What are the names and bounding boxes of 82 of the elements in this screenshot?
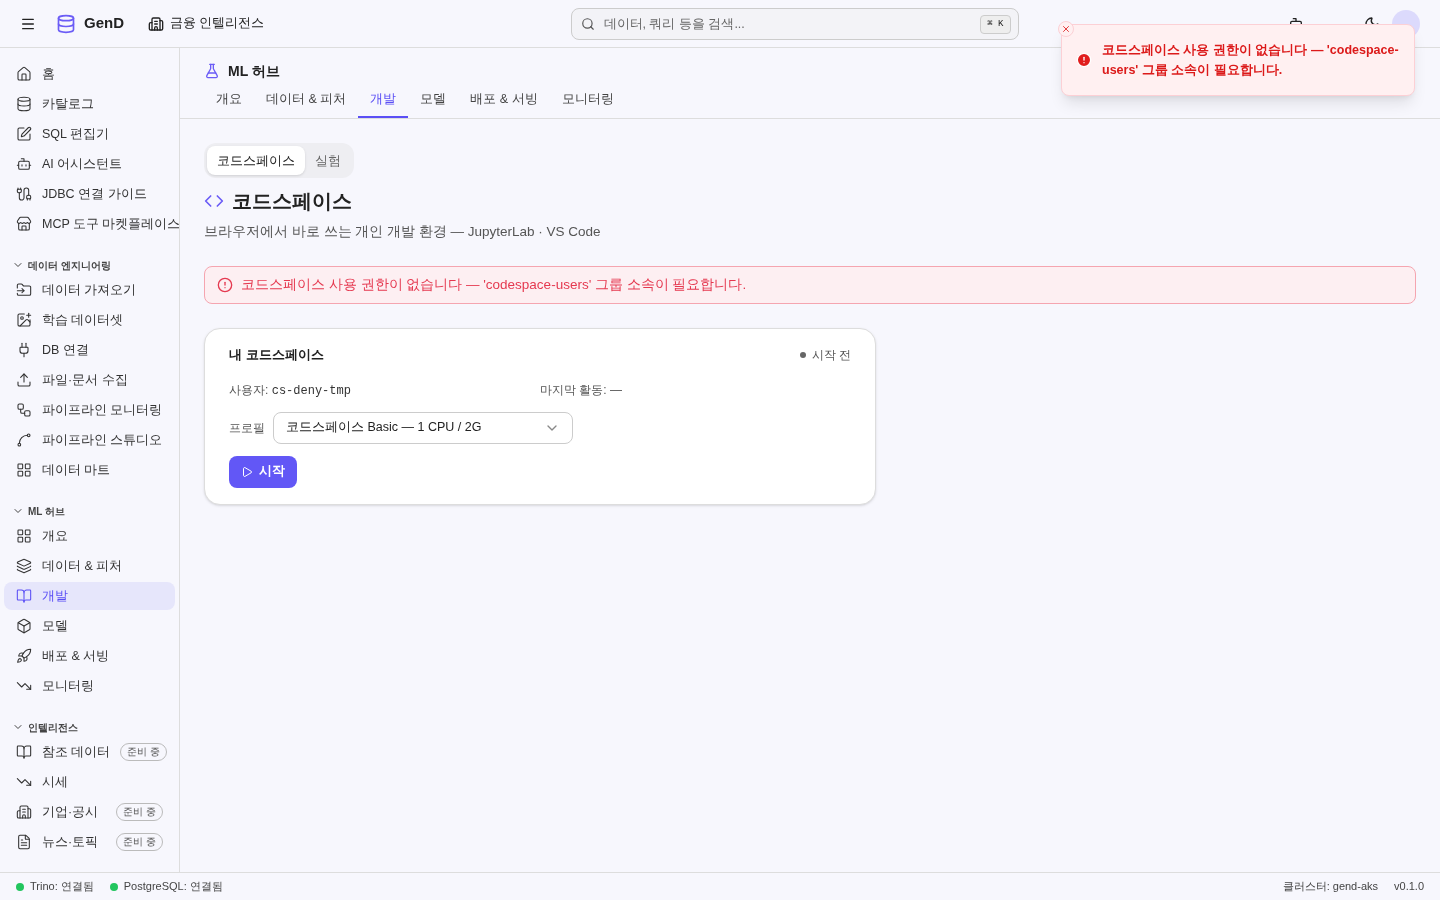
- segment-tab[interactable]: 코드스페이스: [207, 146, 305, 175]
- image-icon: [16, 312, 32, 328]
- tab[interactable]: 모델: [408, 90, 459, 118]
- toast-message: 코드스페이스 사용 권한이 없습니다 — 'codespace-users' 그룹 소속이 필요합니다.: [1102, 42, 1400, 79]
- plug-icon: [16, 342, 32, 358]
- database-icon: [16, 96, 32, 112]
- book-icon: [16, 588, 32, 604]
- rocket-icon: [16, 648, 32, 664]
- sidebar-item[interactable]: 개발: [4, 582, 175, 610]
- sidebar-item[interactable]: 뉴스·토픽 준비 중: [4, 828, 175, 856]
- tab[interactable]: 데이터 & 피처: [254, 90, 359, 118]
- card-title: 내 코드스페이스: [229, 346, 324, 365]
- profile-label: 프로필: [229, 419, 265, 437]
- cluster-name: 클러스터: gend-aks: [1282, 879, 1379, 895]
- sidebar-item[interactable]: 모델: [4, 612, 175, 640]
- document-icon: [16, 834, 32, 850]
- section-header[interactable]: 데이터 엔지니어링: [0, 254, 179, 276]
- brand-name: GenD: [84, 13, 124, 34]
- tab[interactable]: 개요: [204, 90, 254, 118]
- profile-select[interactable]: 코드스페이스 Basic — 1 CPU / 2G: [273, 411, 573, 444]
- sidebar-item[interactable]: AI 어시스턴트: [4, 150, 175, 178]
- folder-input-icon: [16, 282, 32, 298]
- sidebar-item[interactable]: 파이프라인 모니터링: [4, 396, 175, 424]
- sidebar-item[interactable]: 홈: [4, 60, 175, 88]
- spline-icon: [16, 432, 32, 448]
- close-icon: [1061, 24, 1071, 34]
- sidebar-item[interactable]: 카탈로그: [4, 90, 175, 118]
- robot-icon: [16, 156, 32, 172]
- last-activity: 마지막 활동: —: [540, 381, 623, 399]
- sidebar-item[interactable]: 데이터 마트: [4, 456, 175, 484]
- sidebar-item[interactable]: 데이터 & 피처: [4, 552, 175, 580]
- sidebar-item[interactable]: 파일·문서 수집: [4, 366, 175, 394]
- start-button[interactable]: 시작: [229, 455, 297, 488]
- sidebar-item[interactable]: 기업·공시 준비 중: [4, 798, 175, 826]
- play-icon: [241, 465, 253, 478]
- segment-tab[interactable]: 실험: [305, 146, 351, 175]
- cube-icon: [16, 618, 32, 634]
- tab[interactable]: 개발: [358, 90, 409, 118]
- upload-icon: [16, 372, 32, 388]
- store-icon: [16, 216, 32, 232]
- sidebar-item[interactable]: 참조 데이터 준비 중: [4, 738, 175, 766]
- sidebar-item[interactable]: SQL 편집기: [4, 120, 175, 148]
- building-icon: [16, 804, 32, 820]
- database-icon: [56, 13, 76, 34]
- workspace-name: 금융 인텔리전스: [170, 15, 265, 33]
- alert-message: 코드스페이스 사용 권한이 없습니다 — 'codespace-users' 그룹 소속이 필요합니다.: [241, 276, 747, 295]
- sidebar-item[interactable]: 개요: [4, 522, 175, 550]
- connection-status: PostgreSQL: 연결됨: [123, 879, 223, 895]
- sidebar-item[interactable]: 모니터링: [4, 672, 175, 700]
- sidebar-item[interactable]: DB 연결: [4, 336, 175, 364]
- cable-icon: [16, 186, 32, 202]
- home-icon: [16, 66, 32, 82]
- section-header[interactable]: 인텔리전스: [0, 716, 179, 738]
- sidebar-item[interactable]: 파이프라인 스튜디오: [4, 426, 175, 454]
- sidebar-item[interactable]: 데이터 가져오기: [4, 276, 175, 304]
- section-header[interactable]: ML 허브: [0, 500, 179, 522]
- tab[interactable]: 배포 & 서빙: [458, 90, 550, 118]
- shortcut-key: ⌘ K: [980, 14, 1011, 34]
- workflow-icon: [16, 402, 32, 418]
- page-title: ML 허브: [228, 61, 280, 81]
- edit-icon: [16, 126, 32, 142]
- alert-icon: [217, 277, 233, 294]
- tab[interactable]: 모니터링: [549, 90, 626, 118]
- sidebar-item[interactable]: 시세: [4, 768, 175, 796]
- layers-icon: [16, 558, 32, 574]
- building-icon: [148, 15, 164, 32]
- grid-icon: [16, 528, 32, 544]
- flask-icon: [204, 63, 220, 79]
- connection-status: Trino: 연결됨: [30, 879, 94, 895]
- version-label: v0.1.0: [1394, 879, 1424, 895]
- sidebar-item[interactable]: 학습 데이터셋: [4, 306, 175, 334]
- sidebar-item[interactable]: 배포 & 서빙: [4, 642, 175, 670]
- alert-icon: [1076, 52, 1092, 68]
- book-icon: [16, 744, 32, 760]
- subtitle: 브라우저에서 바로 쓰는 개인 개발 환경 — JupyterLab · VS Code: [204, 223, 602, 241]
- section-heading: 코드스페이스: [232, 189, 352, 214]
- close-button[interactable]: [1058, 21, 1074, 37]
- status-text: 시작 전: [811, 347, 851, 364]
- sidebar-item[interactable]: JDBC 연결 가이드: [4, 180, 175, 208]
- user-info: 사용자: cs-deny-tmp: [229, 381, 352, 400]
- grid-icon: [16, 462, 32, 478]
- search-icon: [580, 16, 595, 31]
